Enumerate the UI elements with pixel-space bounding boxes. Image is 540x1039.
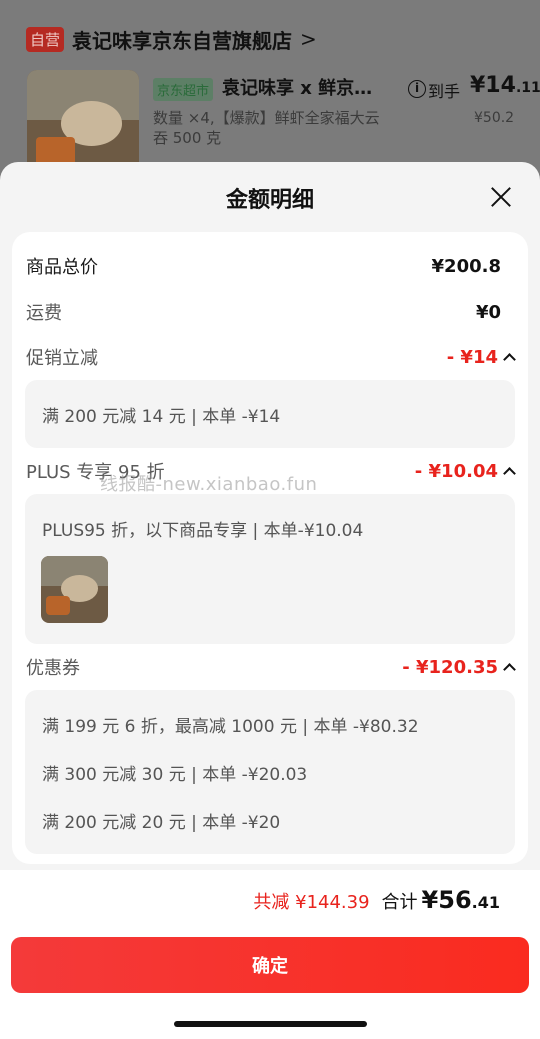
- self-operated-badge: 自营: [26, 26, 65, 52]
- chevron-right-icon: >: [300, 27, 317, 51]
- price-decimal: .11: [515, 80, 540, 96]
- coupon-value: - ¥120.35: [402, 657, 514, 678]
- chevron-up-icon[interactable]: [504, 352, 514, 362]
- shipping-value: ¥0: [475, 301, 501, 323]
- original-price: ¥50.2: [474, 110, 515, 126]
- sum-decimal: .41: [471, 893, 500, 912]
- store-header[interactable]: 自营 袁记味享京东自营旗舰店 >: [26, 24, 317, 54]
- promo-detail-box: 满 200 元减 14 元 | 本单 -¥14: [25, 380, 515, 448]
- home-indicator[interactable]: [174, 1021, 367, 1027]
- coupon-detail-1: 满 199 元 6 折，最高减 1000 元 | 本单 -¥80.32: [42, 717, 419, 737]
- product-title[interactable]: 袁记味享 x 鲜京…: [222, 74, 372, 100]
- sum-main: ¥56: [421, 886, 472, 914]
- coupon-detail-2: 满 300 元减 30 元 | 本单 -¥20.03: [42, 765, 308, 785]
- product-art-badge: [46, 596, 70, 615]
- product-description: 数量 ×4,【爆款】鲜虾全家福大云吞 500 克: [153, 109, 380, 147]
- confirm-button[interactable]: 确定: [11, 937, 529, 993]
- plus-product-thumbnail[interactable]: [41, 556, 108, 623]
- price-main: ¥14: [470, 73, 516, 98]
- coupon-detail-box: 满 199 元 6 折，最高减 1000 元 | 本单 -¥80.32 满 30…: [25, 690, 515, 854]
- chevron-up-icon[interactable]: [504, 662, 514, 672]
- watermark: 线报酷-new.xianbao.fun: [100, 474, 318, 495]
- plus-amount: - ¥10.04: [414, 460, 498, 482]
- goods-total-label: 商品总价: [26, 257, 98, 278]
- promo-label: 促销立减: [26, 348, 98, 369]
- jd-supermarket-tag: 京东超市: [153, 78, 214, 101]
- promo-detail: 满 200 元减 14 元 | 本单 -¥14: [42, 407, 281, 427]
- sum-value: ¥56.41: [422, 886, 500, 914]
- sum-label: 合计: [381, 892, 418, 913]
- sheet-title: 金额明细: [225, 188, 314, 213]
- plus-value: - ¥10.04: [415, 461, 514, 482]
- store-name[interactable]: 袁记味享京东自营旗舰店: [72, 25, 292, 54]
- coupon-amount: - ¥120.35: [402, 656, 498, 678]
- amount-card: 商品总价 ¥200.8 运费 ¥0 促销立减 - ¥14 满 200 元减 14…: [12, 232, 528, 864]
- shipping-label: 运费: [26, 303, 62, 324]
- row-promo[interactable]: 促销立减 - ¥14: [26, 343, 514, 371]
- chevron-up-icon[interactable]: [504, 466, 514, 476]
- promo-value: - ¥14: [447, 347, 514, 368]
- coupon-detail-3: 满 200 元减 20 元 | 本单 -¥20: [42, 813, 281, 833]
- row-goods-total: 商品总价 ¥200.8: [26, 252, 501, 280]
- close-icon[interactable]: [490, 186, 512, 208]
- product-price: ¥14.11: [470, 73, 540, 98]
- row-shipping: 运费 ¥0: [26, 298, 501, 326]
- background-page: 自营 袁记味享京东自营旗舰店 > 京东超市 袁记味享 x 鲜京… i 到手 ¥1…: [0, 0, 540, 182]
- plus-detail-box: PLUS95 折，以下商品专享 | 本单-¥10.04: [25, 494, 515, 644]
- total-summary: 共减 ¥144.39 合计 ¥56.41: [253, 886, 500, 914]
- total-saved: 共减 ¥144.39: [253, 892, 370, 913]
- promo-amount: - ¥14: [446, 346, 498, 368]
- footer: 共减 ¥144.39 合计 ¥56.41 确定: [0, 870, 540, 1039]
- info-icon[interactable]: i: [408, 80, 426, 98]
- row-coupon[interactable]: 优惠券 - ¥120.35: [26, 653, 514, 681]
- price-label: 到手: [428, 82, 461, 101]
- coupon-label: 优惠券: [26, 658, 80, 679]
- goods-total-value: ¥200.8: [431, 255, 501, 277]
- plus-detail: PLUS95 折，以下商品专享 | 本单-¥10.04: [42, 521, 364, 541]
